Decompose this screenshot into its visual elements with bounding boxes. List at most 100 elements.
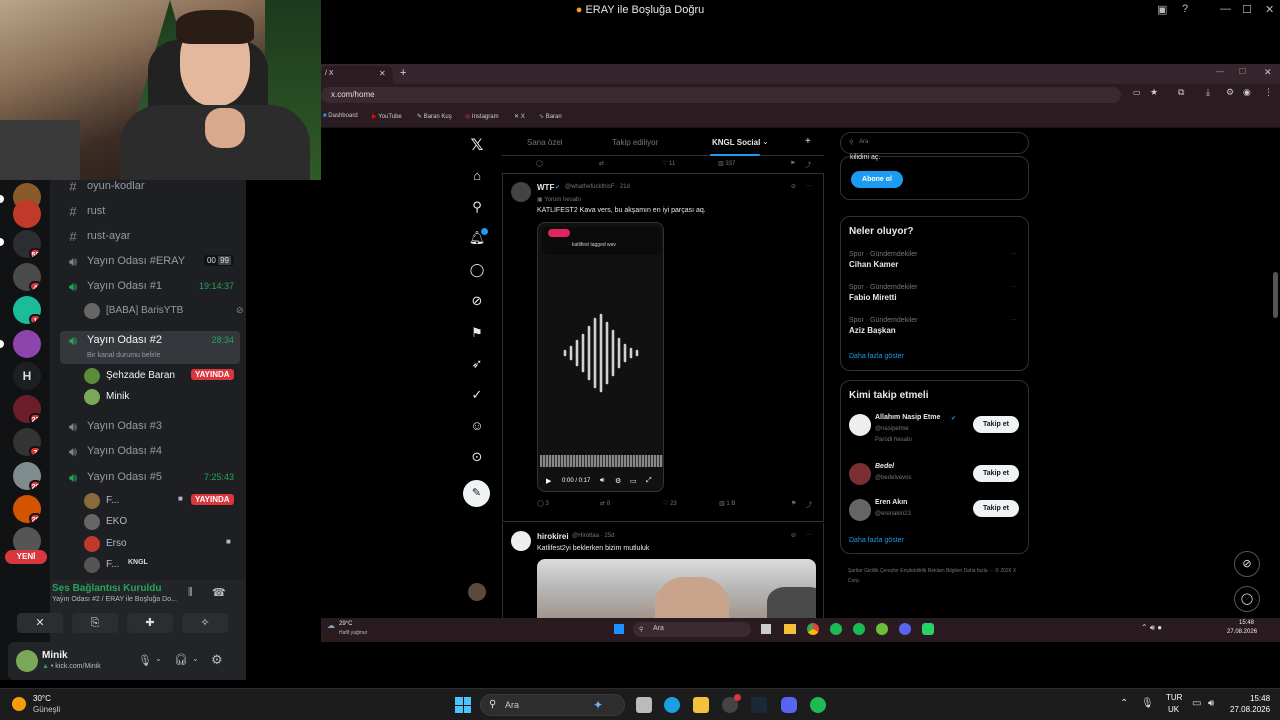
avatar[interactable] bbox=[16, 650, 38, 672]
bookmark-youtube[interactable]: ▶ YouTube bbox=[372, 113, 402, 120]
trend-item[interactable]: Spor · Gündemdekiler Cihan Kamer bbox=[849, 251, 917, 269]
task-view-icon[interactable] bbox=[761, 624, 771, 634]
more-icon[interactable]: ⊙ bbox=[468, 449, 486, 467]
trend-more-icon[interactable]: ··· bbox=[1011, 251, 1017, 257]
browser-minimize-icon[interactable]: — bbox=[1216, 67, 1224, 76]
like-button[interactable]: ♡ 11 bbox=[662, 160, 675, 167]
server-icon[interactable]: 23 bbox=[13, 395, 41, 423]
tray-overflow-icon[interactable]: ⌃ bbox=[1120, 698, 1128, 709]
follow-button[interactable]: Takip et bbox=[973, 416, 1019, 433]
star-icon[interactable]: ★ bbox=[1150, 87, 1158, 98]
tray-icons[interactable]: ⌃ 🔊︎ ● bbox=[1141, 623, 1162, 633]
new-tab-icon[interactable]: + bbox=[400, 67, 406, 79]
username[interactable]: Minik bbox=[42, 650, 68, 661]
reply-button[interactable]: ◯ 3 bbox=[537, 500, 549, 507]
post-more-icon[interactable]: ··· bbox=[806, 532, 812, 538]
home-icon[interactable]: ⌂ bbox=[468, 168, 486, 186]
spotify-icon[interactable] bbox=[830, 623, 842, 635]
add-tab-icon[interactable]: + bbox=[805, 136, 811, 147]
voice-channel-4[interactable]: 🔊︎ Yayın Odası #4 bbox=[60, 441, 240, 463]
microphone-icon[interactable]: 🎙︎ bbox=[138, 654, 152, 667]
rocket-icon[interactable]: ➶ bbox=[468, 356, 486, 374]
network-icon[interactable]: ▭ bbox=[1192, 698, 1201, 709]
file-explorer-icon[interactable] bbox=[784, 624, 796, 634]
suggested-user-name[interactable]: Allahım Nasip Etme bbox=[875, 414, 940, 421]
menu-icon[interactable]: ⋮ bbox=[1264, 87, 1273, 98]
bookmark-dashboard[interactable]: ■ Dashboard bbox=[323, 113, 358, 119]
screen-icon[interactable]: ▣ bbox=[1157, 3, 1167, 16]
grok-floating-button[interactable]: ⊘ bbox=[1234, 551, 1260, 577]
grok-post-icon[interactable]: ⊘ bbox=[791, 532, 796, 539]
discord-icon[interactable] bbox=[899, 623, 911, 635]
server-icon[interactable]: 29 bbox=[13, 495, 41, 523]
whatsapp-icon[interactable] bbox=[922, 623, 934, 635]
start-icon[interactable] bbox=[614, 624, 624, 634]
server-icon[interactable]: 4 bbox=[13, 263, 41, 291]
voice-channel-3[interactable]: 🔊︎ Yayın Odası #3 bbox=[60, 416, 240, 438]
minimize-icon[interactable]: — bbox=[1220, 3, 1231, 15]
trend-more-icon[interactable]: ··· bbox=[1011, 317, 1017, 323]
trend-item[interactable]: Spor · Gündemdekiler Aziz Başkan bbox=[849, 317, 917, 335]
server-icon[interactable]: 29 bbox=[13, 462, 41, 490]
post-more-icon[interactable]: ··· bbox=[806, 183, 812, 189]
avatar[interactable] bbox=[511, 531, 531, 551]
tab-following[interactable]: Takip ediliyor bbox=[612, 138, 658, 147]
share-icon[interactable]: ⤴ bbox=[805, 160, 811, 169]
video-player[interactable]: katlifest tagged wav ▶ 0:00 / 0:17 🔊︎ ⚙ … bbox=[537, 222, 664, 492]
server-icon-h[interactable]: H bbox=[13, 362, 41, 390]
chevron-down-icon[interactable]: ⌄ bbox=[192, 654, 199, 663]
post-image[interactable] bbox=[537, 559, 816, 618]
mic-icon[interactable]: 🎙︎ bbox=[1141, 698, 1154, 709]
grok-post-icon[interactable]: ⊘ bbox=[791, 183, 796, 190]
post-author[interactable]: hirokirei bbox=[537, 532, 569, 541]
play-icon[interactable]: ▶ bbox=[546, 477, 551, 485]
bookmark-icon[interactable]: ⚑ bbox=[791, 500, 796, 507]
voice-channel-1[interactable]: 🔊︎ Yayın Odası #1 19:14:37 bbox=[60, 276, 240, 298]
bookmark-x[interactable]: ✕ X bbox=[514, 113, 525, 120]
voice-status[interactable]: Ses Bağlantısı Kuruldu bbox=[52, 583, 161, 594]
video-off-button[interactable]: ✕ bbox=[17, 613, 63, 633]
post-author[interactable]: WTF bbox=[537, 183, 554, 192]
chrome-icon[interactable] bbox=[807, 623, 819, 635]
trend-more-icon[interactable]: ··· bbox=[1011, 284, 1017, 290]
chevron-down-icon[interactable]: ⌄ bbox=[155, 654, 162, 663]
spotify-icon[interactable] bbox=[810, 697, 826, 713]
obs-icon[interactable] bbox=[722, 694, 741, 713]
file-explorer-icon[interactable] bbox=[693, 697, 709, 713]
screen-share-button[interactable]: ⎘ bbox=[72, 613, 118, 633]
pip-icon[interactable]: ▭ bbox=[630, 477, 637, 485]
steam-icon[interactable] bbox=[751, 697, 767, 713]
new-badge[interactable]: YENİ bbox=[5, 550, 47, 564]
settings-icon[interactable]: ⚙ bbox=[1226, 87, 1234, 98]
disconnect-icon[interactable]: ☎ bbox=[212, 586, 226, 599]
browser-maximize-icon[interactable]: ☐ bbox=[1239, 67, 1246, 76]
tab-close-icon[interactable]: ✕ bbox=[379, 69, 386, 78]
server-icon[interactable] bbox=[13, 330, 41, 358]
server-icon[interactable]: 1 bbox=[13, 296, 41, 324]
avatar[interactable] bbox=[849, 463, 871, 485]
server-icon[interactable]: 50 bbox=[13, 230, 41, 258]
grok-icon[interactable]: ⊘ bbox=[468, 293, 486, 311]
start-button[interactable] bbox=[455, 697, 471, 713]
channel-rust-ayar[interactable]: # rust-ayar bbox=[60, 226, 240, 248]
voice-channel-5[interactable]: 🔊︎ Yayın Odası #5 7:25:43 bbox=[60, 467, 240, 489]
noise-suppression-icon[interactable]: ⫼ bbox=[188, 587, 193, 598]
user-settings-icon[interactable]: ⚙ bbox=[211, 652, 223, 668]
account-avatar[interactable] bbox=[468, 583, 486, 601]
cast-icon[interactable]: ▭ bbox=[1133, 88, 1141, 97]
volume-icon[interactable]: 🔊︎ bbox=[600, 477, 604, 485]
post-card[interactable]: WTF ✔ @whathefuckthisF · 21d ⊘ ··· ▣ Yor… bbox=[502, 174, 824, 522]
subscribe-button[interactable]: Abone ol bbox=[851, 171, 903, 188]
headphones-icon[interactable]: 🎧︎ bbox=[174, 653, 188, 666]
discord-icon[interactable] bbox=[781, 697, 797, 713]
channel-status[interactable]: Bir kanal durumu belirle bbox=[87, 352, 161, 359]
edge-icon[interactable] bbox=[664, 697, 680, 713]
task-view-icon[interactable] bbox=[636, 697, 652, 713]
verified-icon[interactable]: ✓ bbox=[468, 387, 486, 405]
follow-button[interactable]: Takip et bbox=[973, 465, 1019, 482]
avatar[interactable] bbox=[511, 182, 531, 202]
scrollbar-thumb[interactable] bbox=[1273, 272, 1278, 318]
suggested-user-name[interactable]: Bedel bbox=[875, 463, 894, 470]
repost-icon[interactable]: ⇄ bbox=[599, 160, 604, 167]
messages-icon[interactable]: ◯ bbox=[468, 262, 486, 280]
